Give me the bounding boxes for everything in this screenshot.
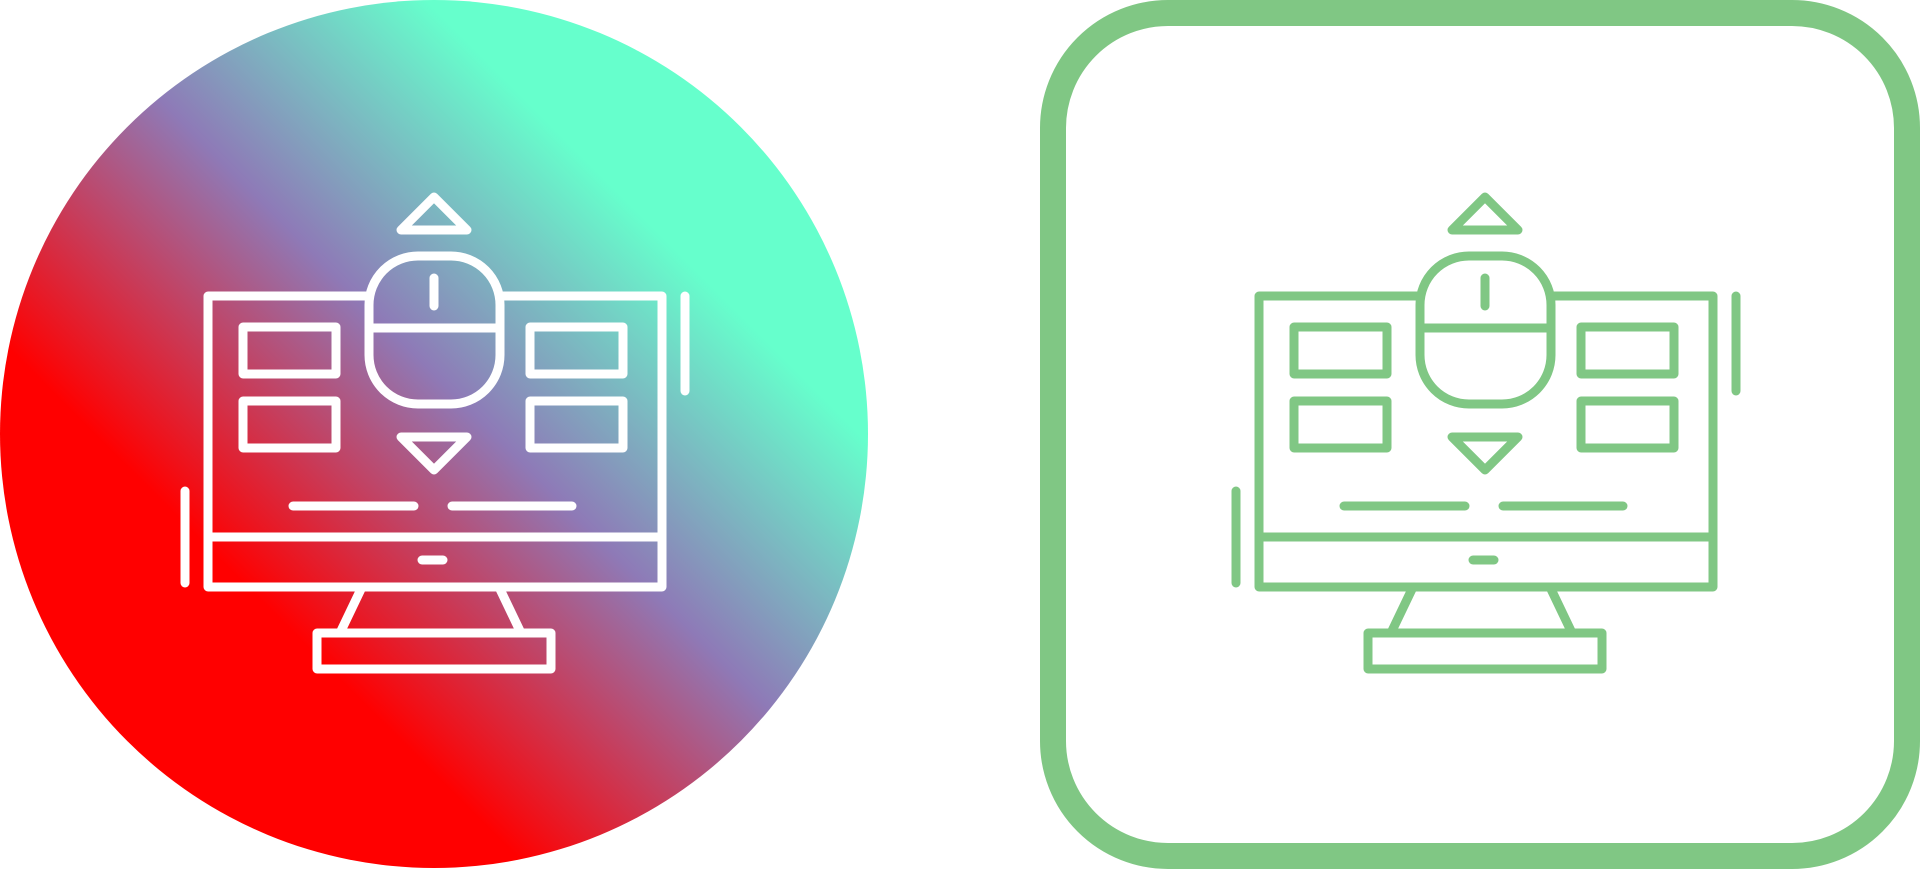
arrow-down-icon (1447, 432, 1523, 475)
icon-preview-canvas (0, 0, 1920, 869)
outlined-square-svg (1040, 0, 1920, 869)
gradient-circle-variant (0, 0, 960, 869)
window-tile (1576, 322, 1679, 379)
outlined-square-variant (960, 0, 1920, 869)
gradient-circle-svg (0, 0, 868, 868)
window-tile (1289, 322, 1392, 379)
monitor-stand (1386, 582, 1577, 638)
monitor-base (1363, 628, 1607, 674)
arrow-up-icon (1447, 192, 1523, 235)
window-tile (1289, 396, 1392, 453)
computer-mouse-scroll-icon (1231, 192, 1741, 674)
window-tile (1576, 396, 1679, 453)
